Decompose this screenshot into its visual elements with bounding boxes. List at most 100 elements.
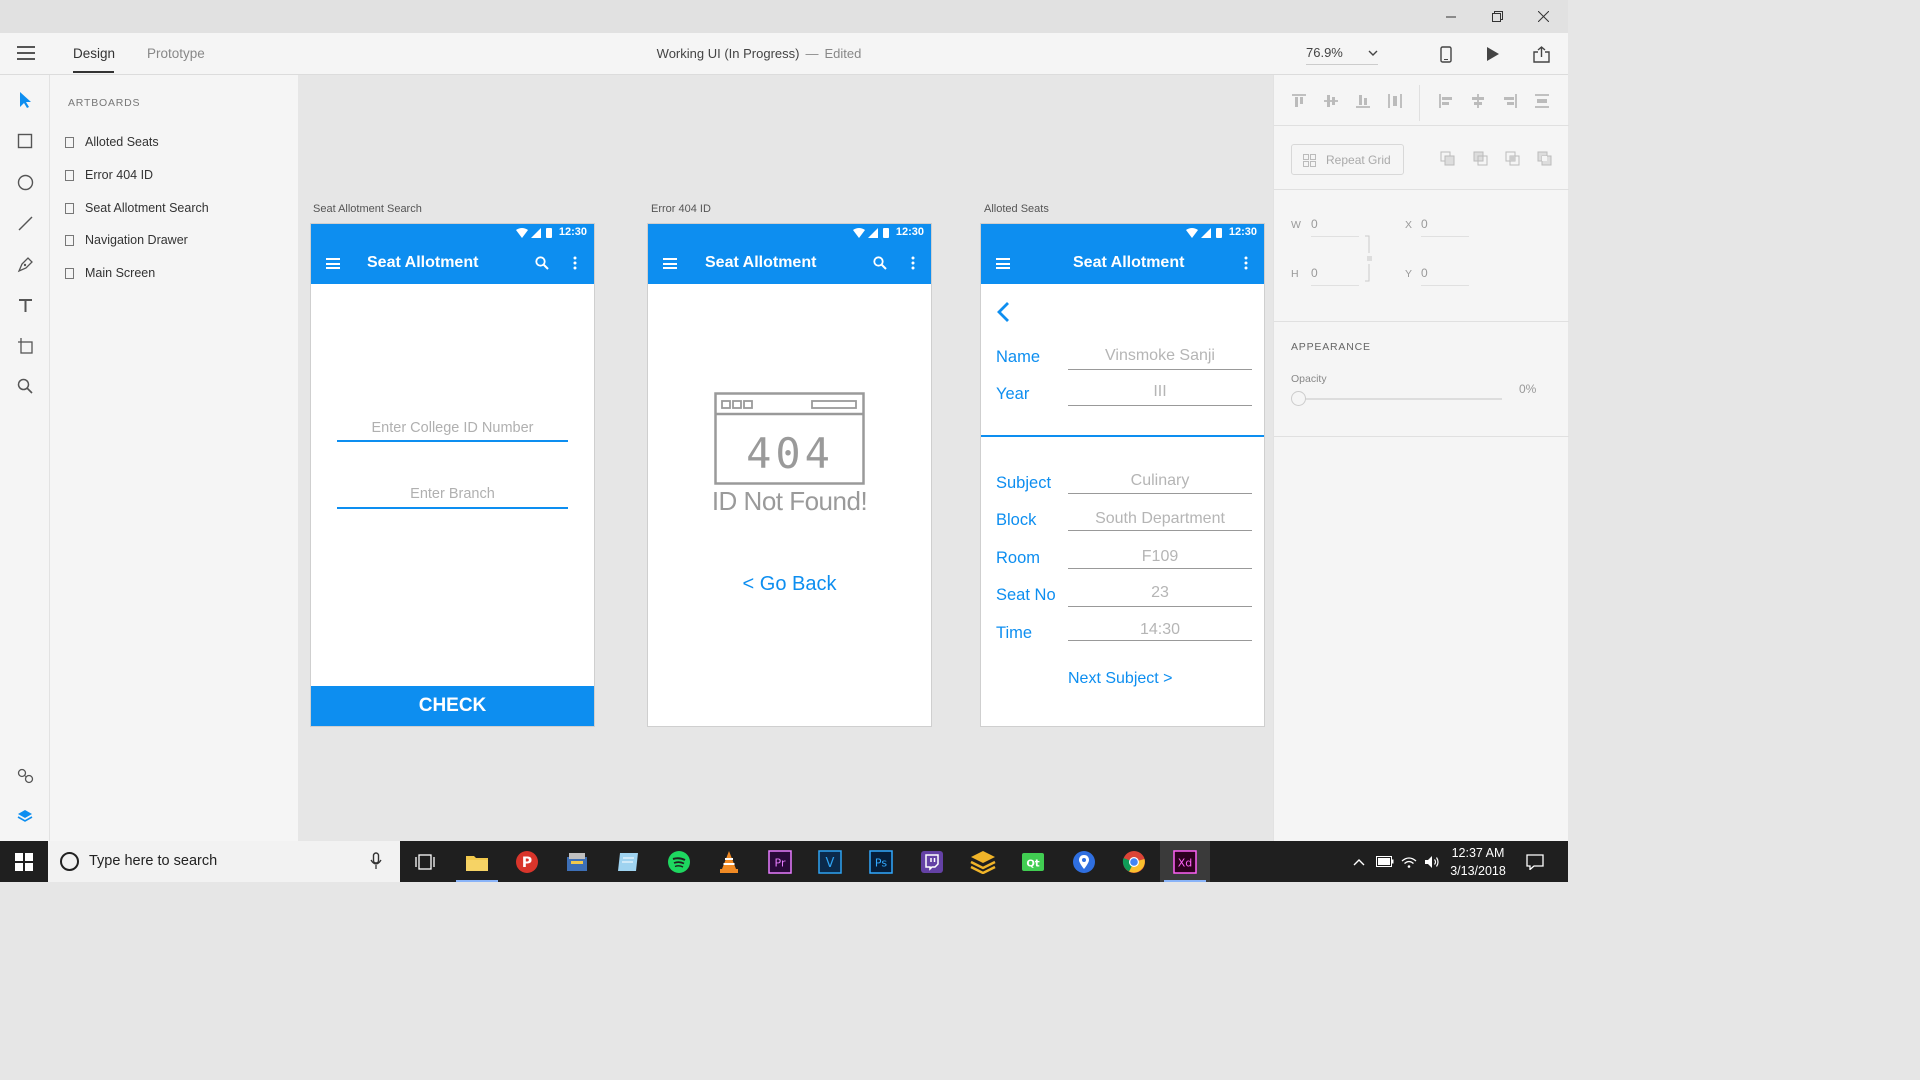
panel-title: ARTBOARDS: [68, 97, 141, 109]
minimize-button[interactable]: [1428, 0, 1474, 33]
artboard-item-error-404[interactable]: Error 404 ID: [65, 165, 285, 185]
visual-studio-button[interactable]: V: [805, 841, 855, 882]
show-hidden-icons-chevron-icon[interactable]: [1350, 841, 1368, 882]
status-icons: [516, 228, 552, 238]
visual-studio-icon: V: [818, 849, 842, 874]
file-explorer-icon: [466, 855, 488, 871]
align-top-icon[interactable]: [1291, 93, 1307, 109]
height-label: H: [1291, 268, 1299, 280]
text-tool-icon[interactable]: [13, 293, 37, 317]
lock-aspect-icon[interactable]: [1364, 235, 1372, 283]
distribute-horizontal-icon[interactable]: [1534, 93, 1550, 109]
wifi-icon[interactable]: [1398, 841, 1420, 882]
align-left-icon[interactable]: [1438, 93, 1454, 109]
start-button[interactable]: [0, 841, 48, 882]
assets-icon[interactable]: [13, 764, 37, 788]
align-center-icon[interactable]: [1470, 93, 1486, 109]
qt-creator-button[interactable]: Qt: [1008, 841, 1058, 882]
notes-button[interactable]: [603, 841, 653, 882]
boolean-intersect-icon[interactable]: [1505, 151, 1521, 167]
svg-text:Ps: Ps: [875, 856, 887, 869]
spotify-button[interactable]: [654, 841, 704, 882]
restore-icon: [1491, 11, 1503, 22]
photoshop-button[interactable]: Ps: [856, 841, 906, 882]
vlc-button[interactable]: [704, 841, 754, 882]
device-preview-icon[interactable]: [1436, 44, 1456, 64]
width-input[interactable]: 0: [1311, 217, 1359, 237]
select-tool-icon[interactable]: [13, 88, 37, 112]
artboard-label[interactable]: Seat Allotment Search: [313, 203, 422, 215]
artboard-item-main-screen[interactable]: Main Screen: [65, 263, 285, 283]
detail-underline: [1068, 369, 1252, 370]
align-right-icon[interactable]: [1502, 93, 1518, 109]
browser-window-404-icon: 404: [714, 392, 865, 485]
app-p-icon: P: [516, 850, 538, 873]
file-explorer-button[interactable]: [452, 841, 502, 882]
layers-app-button[interactable]: [958, 841, 1008, 882]
play-icon[interactable]: [1483, 44, 1503, 64]
error-code: 404: [746, 429, 834, 478]
artboard-icon: [65, 267, 74, 279]
zoom-select[interactable]: 76.9%: [1306, 45, 1378, 65]
zoom-tool-icon[interactable]: [13, 374, 37, 398]
artboard-label[interactable]: Error 404 ID: [651, 203, 711, 215]
artboard-alloted-seats[interactable]: 12:30 Seat Allotment Name Vinsmoke Sanji…: [981, 224, 1264, 726]
college-id-field: [337, 440, 568, 442]
zoom-value: 76.9%: [1306, 45, 1343, 60]
share-icon[interactable]: [1531, 44, 1551, 64]
artboard-item-navigation-drawer[interactable]: Navigation Drawer: [65, 230, 285, 250]
artboard-item-label: Navigation Drawer: [85, 233, 188, 247]
height-input[interactable]: 0: [1311, 266, 1359, 286]
y-input[interactable]: 0: [1421, 266, 1469, 286]
status-time: 12:30: [1228, 226, 1257, 238]
file-manager-button[interactable]: [552, 841, 602, 882]
pen-tool-icon[interactable]: [13, 252, 37, 276]
boolean-subtract-icon[interactable]: [1473, 151, 1489, 167]
spotify-icon: [668, 850, 690, 873]
restore-button[interactable]: [1474, 0, 1520, 33]
chrome-button[interactable]: [1109, 841, 1159, 882]
repeat-grid-button[interactable]: Repeat Grid: [1291, 144, 1404, 175]
opacity-value[interactable]: 0%: [1519, 382, 1536, 396]
line-tool-icon[interactable]: [13, 211, 37, 235]
distribute-vertical-icon[interactable]: [1387, 93, 1403, 109]
opacity-slider[interactable]: [1304, 398, 1502, 400]
layers-icon[interactable]: [13, 804, 37, 828]
artboard-tool-icon[interactable]: [13, 333, 37, 357]
artboard-seat-allotment-search[interactable]: 12:30 Seat Allotment Enter College ID Nu…: [311, 224, 594, 726]
system-clock[interactable]: 12:37 AM 3/13/2018: [1438, 844, 1518, 880]
detail-value: Culinary: [1130, 472, 1190, 489]
align-middle-icon[interactable]: [1323, 93, 1339, 109]
artboard-label[interactable]: Alloted Seats: [984, 203, 1049, 215]
twitch-icon: [921, 850, 943, 873]
align-bottom-icon[interactable]: [1355, 93, 1371, 109]
task-view-button[interactable]: [400, 841, 450, 882]
action-center-icon[interactable]: [1521, 841, 1549, 882]
app-bar: Seat Allotment: [311, 242, 594, 284]
ellipse-tool-icon[interactable]: [13, 170, 37, 194]
artboard-error-404[interactable]: 12:30 Seat Allotment 404 ID Not Found! <…: [648, 224, 931, 726]
rectangle-tool-icon[interactable]: [13, 129, 37, 153]
maps-button[interactable]: [1059, 841, 1109, 882]
x-input[interactable]: 0: [1421, 217, 1469, 237]
phone-status-bar: 12:30: [648, 224, 931, 242]
premiere-pro-button[interactable]: Pr: [755, 841, 805, 882]
taskbar-search-box[interactable]: Type here to search: [48, 841, 400, 882]
artboard-item-alloted-seats[interactable]: Alloted Seats: [65, 132, 285, 152]
microphone-icon[interactable]: [370, 852, 382, 870]
task-view-icon: [415, 853, 435, 870]
app-p-button[interactable]: P: [502, 841, 552, 882]
opacity-slider-handle[interactable]: [1291, 391, 1306, 406]
svg-text:Pr: Pr: [775, 856, 786, 869]
branch-placeholder: Enter Branch: [410, 486, 495, 502]
battery-icon[interactable]: [1374, 841, 1396, 882]
edited-status: Edited: [824, 46, 862, 61]
boolean-add-icon[interactable]: [1440, 151, 1456, 167]
detail-key: Time: [996, 624, 1033, 642]
boolean-exclude-icon[interactable]: [1537, 151, 1553, 167]
artboard-item-seat-allotment-search[interactable]: Seat Allotment Search: [65, 198, 285, 218]
adobe-xd-button[interactable]: Xd: [1160, 841, 1210, 882]
close-button[interactable]: [1520, 0, 1566, 33]
detail-value: F109: [1141, 548, 1179, 565]
twitch-button[interactable]: [907, 841, 957, 882]
